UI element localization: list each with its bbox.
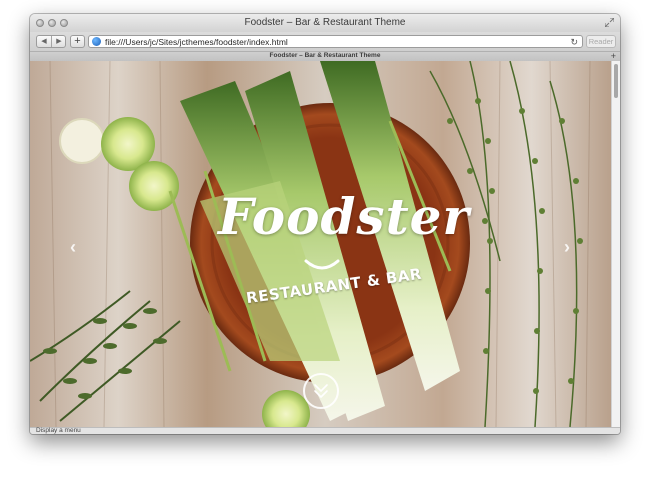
new-tab-button[interactable]: + — [611, 51, 616, 61]
forward-button[interactable]: ▶ — [52, 36, 66, 47]
tab-active[interactable]: Foodster – Bar & Restaurant Theme — [30, 51, 620, 61]
page-content: Foodster RESTAURANT & BAR ‹ › — [30, 61, 620, 427]
globe-icon — [92, 37, 101, 46]
status-bar: Display a menu — [30, 427, 620, 434]
reader-button[interactable]: Reader — [586, 35, 616, 48]
history-buttons: ◀ ▶ — [36, 35, 66, 48]
back-button[interactable]: ◀ — [37, 36, 51, 47]
reload-icon[interactable]: ↻ — [570, 36, 578, 48]
fullscreen-icon[interactable] — [605, 18, 614, 27]
url-text[interactable]: file:///Users/jc/Sites/jcthemes/foodster… — [105, 36, 288, 48]
scrollbar-thumb[interactable] — [614, 64, 618, 98]
brand-logo: Foodster — [218, 187, 470, 246]
slider-prev-arrow[interactable]: ‹ — [66, 238, 80, 256]
scroll-down-button[interactable] — [303, 373, 339, 409]
browser-window: Foodster – Bar & Restaurant Theme ◀ ▶ + … — [30, 14, 620, 434]
window-title: Foodster – Bar & Restaurant Theme — [244, 17, 406, 28]
browser-toolbar: ◀ ▶ + file:///Users/jc/Sites/jcthemes/fo… — [30, 32, 620, 51]
vertical-scrollbar[interactable] — [611, 61, 620, 427]
address-bar[interactable]: file:///Users/jc/Sites/jcthemes/foodster… — [88, 35, 583, 48]
add-bookmark-button[interactable]: + — [70, 35, 85, 48]
slider-next-arrow[interactable]: › — [560, 238, 574, 256]
title-bar: Foodster – Bar & Restaurant Theme — [30, 14, 620, 33]
status-text: Display a menu — [36, 427, 81, 434]
